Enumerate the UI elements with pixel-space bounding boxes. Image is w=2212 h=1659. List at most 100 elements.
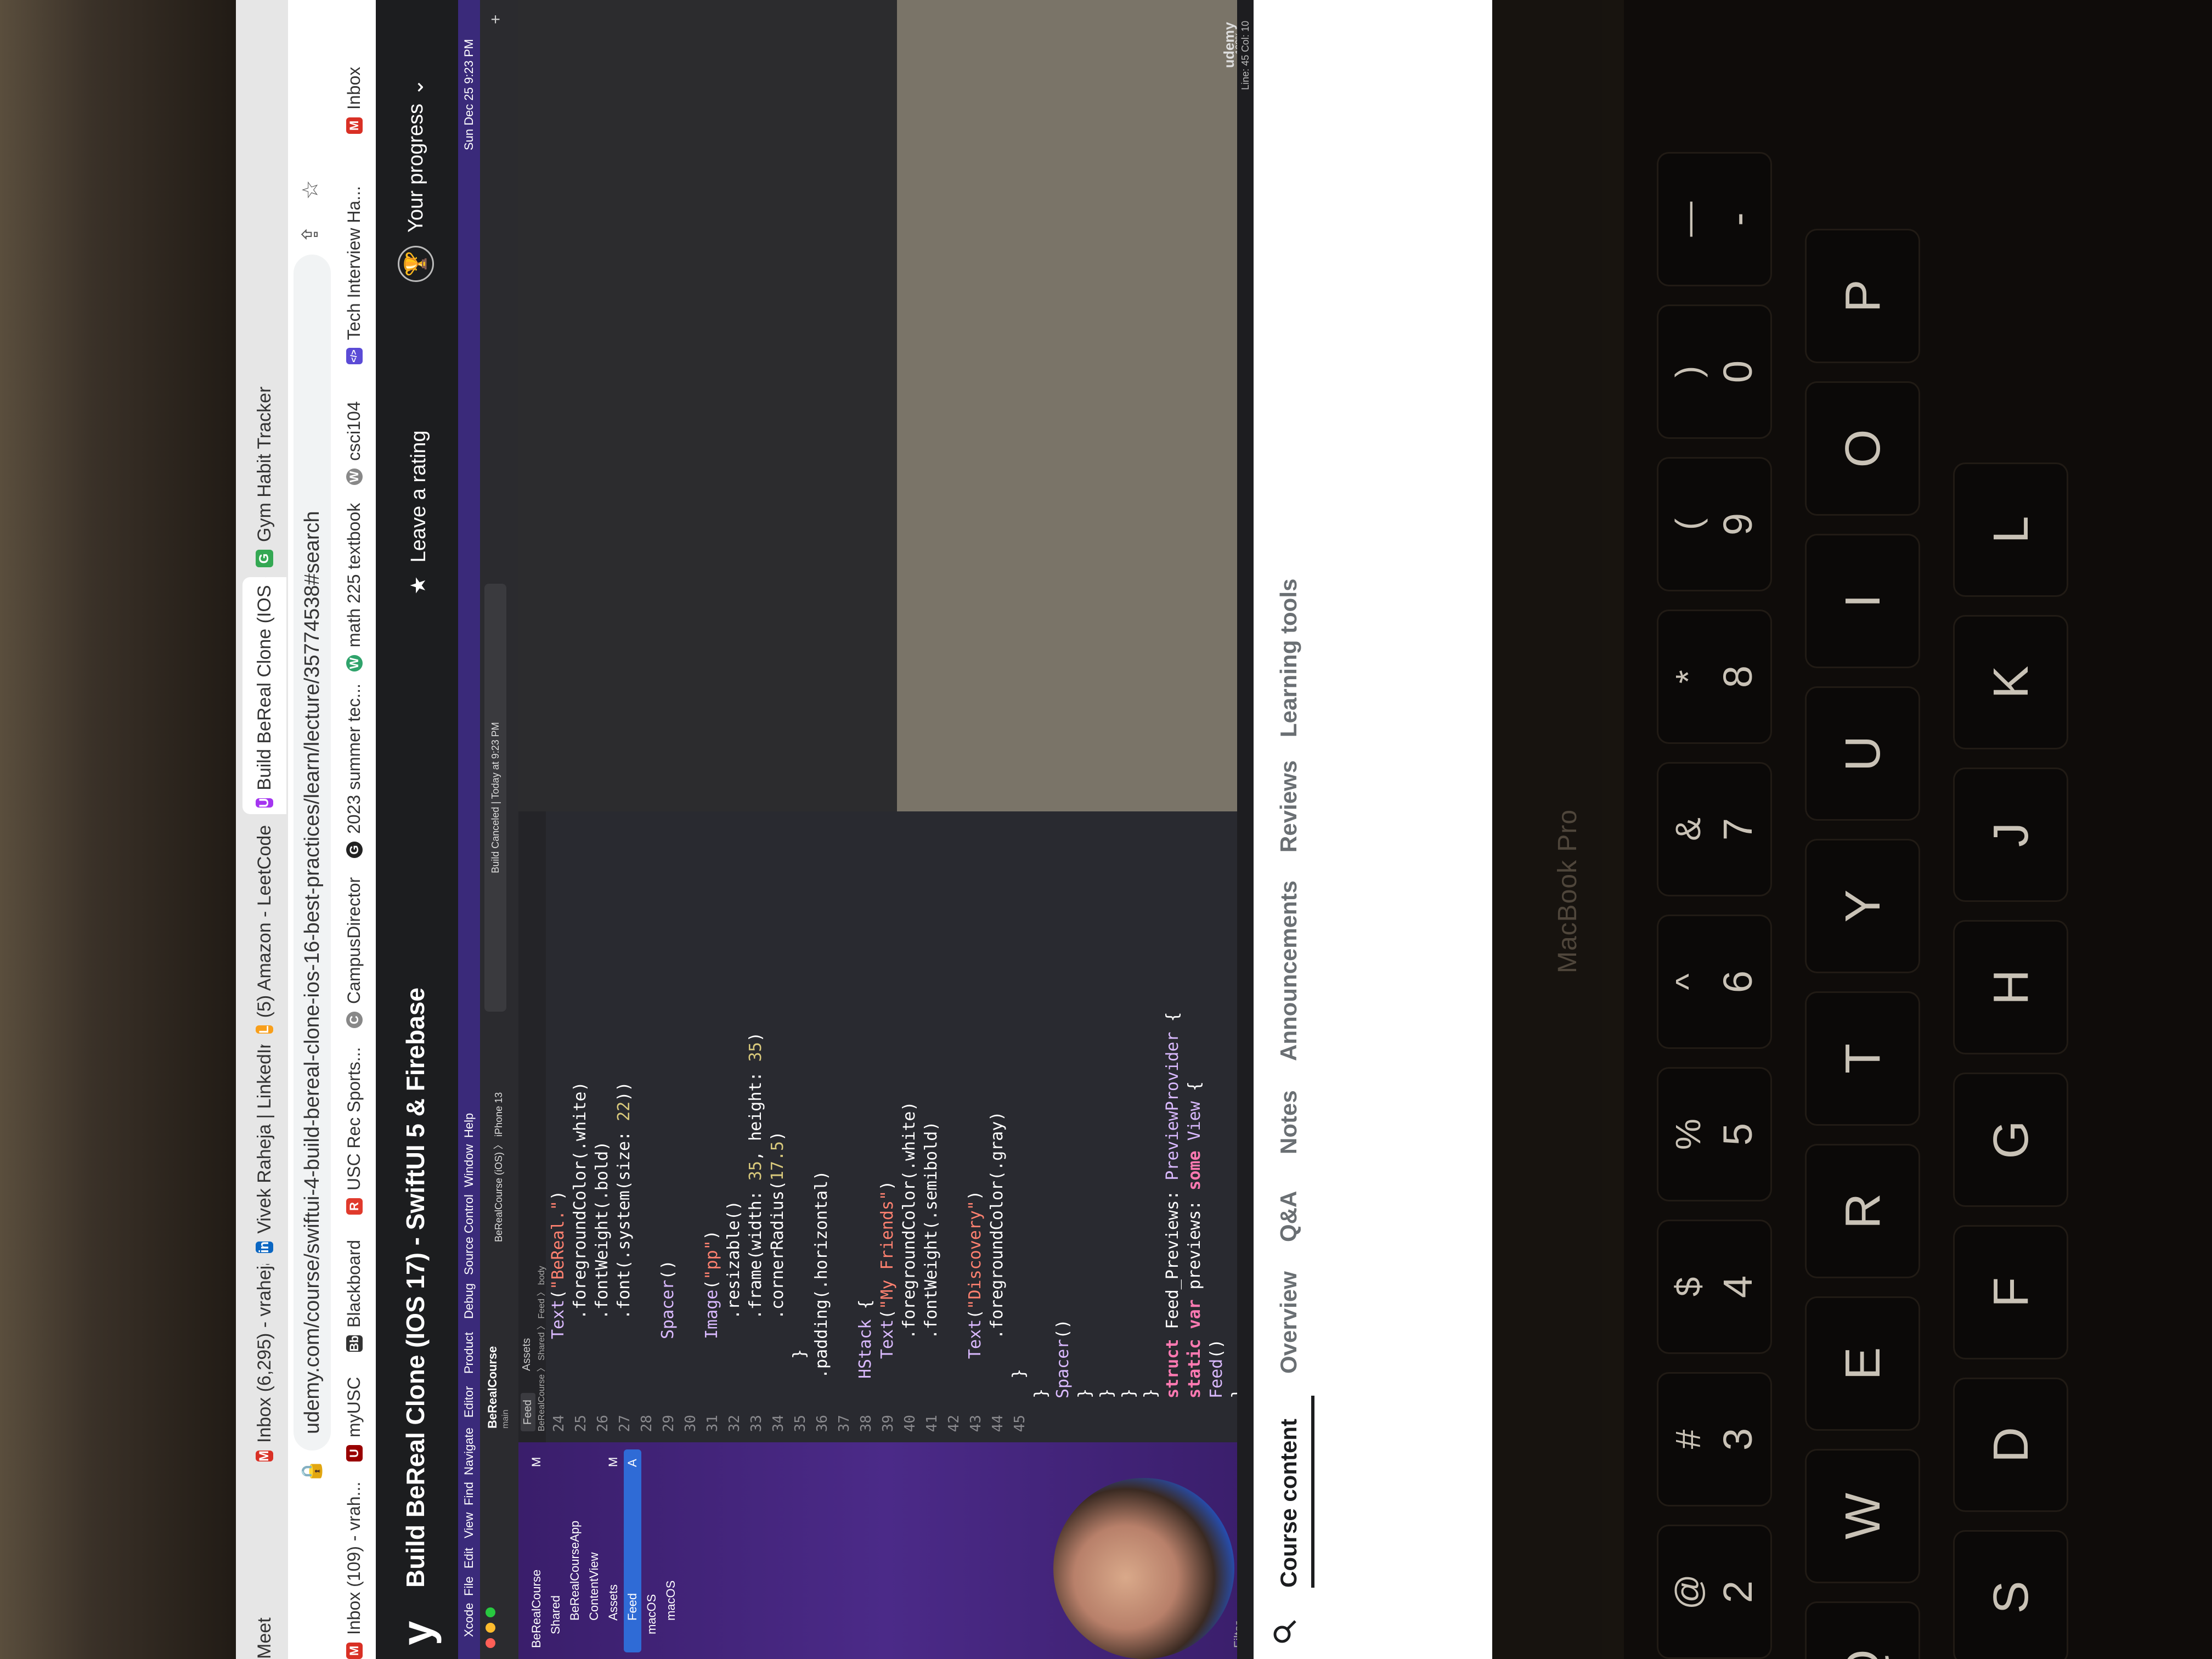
keyboard-key: #3 [1657,1372,1772,1506]
course-title[interactable]: Build BeReal Clone (IOS 17) - SwiftUI 5 … [400,988,430,1588]
line-number: 37 [836,1415,853,1432]
tab-label: (5) Amazon - LeetCode [253,825,275,1018]
bookmark-item[interactable]: M Inbox [344,67,364,134]
line-number: 45 [1012,1415,1028,1432]
bookmark-item[interactable]: Bb Blackboard [344,1240,364,1352]
menu-item: File [462,1576,476,1596]
gmail-icon: M [256,1451,273,1462]
tab-course-content[interactable]: Course content [1276,1419,1302,1588]
share-icon[interactable]: ⇪ [298,225,323,244]
keyboard-key: W [1805,1449,1920,1583]
udemy-icon: U [256,798,273,808]
window-minimize-button [486,1623,495,1633]
tab-linkedin[interactable]: in Vivek Raheja | LinkedIn ✕ [242,1045,286,1253]
chevron-down-icon: ⌄ [404,78,428,96]
line-number: 36 [814,1415,831,1432]
bookmark-item[interactable]: U myUSC [344,1377,364,1462]
tab-announcements[interactable]: Announcements [1276,881,1302,1061]
code-line: .cornerRadius(17.5) [768,1131,787,1319]
bookmark-item[interactable]: G 2023 summer tec... [344,684,364,858]
device-label: MacBook Pro [1553,809,1582,973]
project-name: BeRealCourse [486,1346,499,1429]
tab-meet[interactable]: Meet ✕ [242,1610,286,1659]
address-bar-row: 🔒 udemy.com/course/swiftui-4-build-berea… [288,0,337,1659]
line-number: 32 [726,1415,743,1432]
xcode-canvas-preview: 100% [518,0,1254,811]
bookmark-label: Inbox (109) - vrah... [344,1481,364,1635]
tab-qa[interactable]: Q&A [1276,1191,1302,1242]
search-icon[interactable] [1271,1618,1299,1645]
bookmark-item[interactable]: R USC Rec Sports... [344,1047,364,1215]
video-mac-menubar: Xcode File Edit View Find Navigate Edito… [458,0,480,1659]
keyboard-key: G [1953,1073,2068,1207]
bookmark-label: myUSC [344,1376,364,1437]
bookmark-item[interactable]: W math 225 textbook [344,503,364,672]
tab-label: Meet [253,1617,275,1659]
room-background [0,0,230,1659]
keyboard-key: * 8 [1657,610,1772,744]
code-line: .resizable() [724,1200,743,1319]
photo-rotated-frame: Meet ✕ M Inbox (6,295) - vraheja@us ✕ in… [0,0,2212,1659]
video-player[interactable]: Xcode File Edit View Find Navigate Edito… [458,0,1254,1659]
instructor-webcam-overlay [1053,1478,1234,1659]
tab-udemy-active[interactable]: U Build BeReal Clone (IOS ◀) ✕ [242,577,286,814]
xcode-toolbar: BeRealCourse main BeRealCourse (iOS) 〉 i… [480,0,518,1659]
udemy-course-header: y Build BeReal Clone (IOS 17) - SwiftUI … [376,0,458,1659]
bookmark-label: 2023 summer tec... [344,684,364,834]
menu-item: Edit [462,1548,476,1568]
code-line: Spacer() [658,1260,678,1340]
keyboard-key: & 7 [1657,762,1772,896]
url-field[interactable]: udemy.com/course/swiftui-4-build-bereal-… [294,255,331,1451]
code-line: .frame(width: 35, height: 35) [746,1032,765,1319]
tab-notes[interactable]: Notes [1276,1090,1302,1154]
keyboard-key: ) 0 [1657,304,1772,439]
code-line: HStack { [856,1299,875,1379]
xcode-status-bar: Line: 45 Col: 10 udemy [1221,0,1254,1659]
menu-item: Editor [462,1386,476,1418]
keyboard-key: H [1953,920,2068,1054]
keyboard-key: P [1805,229,1920,363]
tab-overview[interactable]: Overview [1276,1271,1302,1374]
branch-name: main [501,1409,510,1429]
window-close-button [486,1638,495,1648]
lock-icon[interactable]: 🔒 [300,1459,323,1483]
keyboard-key: ^ 6 [1657,915,1772,1049]
canvas-device-area [518,0,897,811]
leave-rating-button[interactable]: ★ Leave a rating [406,431,431,595]
bookmark-label: Blackboard [344,1239,364,1328]
editor-tab: Feed [521,1393,535,1431]
tab-label: Gym Habit Tracker [253,386,275,542]
bookmark-item[interactable]: </> Tech Interview Ha... [344,186,364,364]
line-number: 30 [682,1415,699,1432]
tab-label: Build BeReal Clone (IOS [253,585,275,791]
code-line: } [790,1348,809,1359]
scheme-selector: BeRealCourse (iOS) 〉 iPhone 13 [493,1092,504,1242]
browser-tab-strip: Meet ✕ M Inbox (6,295) - vraheja@us ✕ in… [236,0,288,1659]
keyboard-key: — - [1657,152,1772,286]
clock-text: Sun Dec 25 9:23 PM [462,38,476,150]
code-line: struct Feed_Previews: PreviewProvider { [1163,1012,1182,1398]
bookmark-item[interactable]: M Inbox (109) - vrah... [344,1482,364,1659]
keyboard-key: S [1953,1530,2068,1659]
bookmark-item[interactable]: C CampusDirector [344,877,364,1028]
menu-item: Xcode [462,1602,476,1637]
code-line: } [1119,1388,1138,1398]
gmail-icon: M [346,117,363,134]
globe-icon: C [346,1012,363,1028]
udemy-watermark: udemy [1221,22,1237,68]
your-progress-button[interactable]: 🏆 Your progress ⌄ [398,78,434,282]
tab-learning-tools[interactable]: Learning tools [1276,579,1302,737]
line-number: 28 [639,1415,655,1432]
tab-gym-tracker[interactable]: G Gym Habit Tracker [242,381,286,567]
leetcode-icon: L [256,1025,273,1034]
star-icon[interactable]: ☆ [298,180,323,200]
menu-item: Source Control [462,1194,476,1275]
sidebar-item: BeRealCourse M [529,1457,543,1648]
active-tab-underline [1311,1396,1314,1588]
tab-leetcode[interactable]: L (5) Amazon - LeetCode ✕ [242,825,286,1034]
tab-reviews[interactable]: Reviews [1276,760,1302,853]
bookmark-item[interactable]: W csci104 [344,402,364,485]
udemy-logo[interactable]: y [392,1621,443,1646]
globe-icon: W [346,469,363,485]
tab-gmail[interactable]: M Inbox (6,295) - vraheja@us ✕ [242,1264,286,1462]
